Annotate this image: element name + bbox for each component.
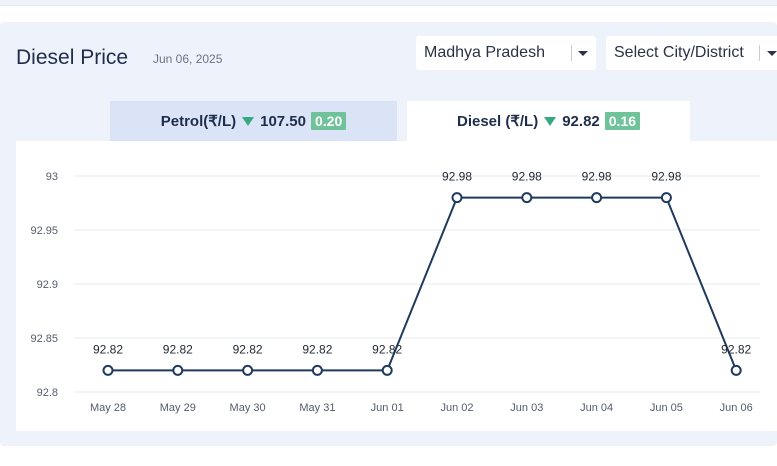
data-label: 92.82 <box>233 342 263 356</box>
data-label: 92.82 <box>93 342 123 356</box>
y-tick-label: 92.9 <box>37 279 58 291</box>
tab-petrol-price: 107.50 <box>260 112 306 130</box>
tab-petrol[interactable]: Petrol(₹/L) 107.50 0.20 <box>110 101 397 141</box>
state-select[interactable]: Madhya Pradesh <box>416 36 596 70</box>
data-label: 92.82 <box>163 342 193 356</box>
tab-petrol-change-badge: 0.20 <box>311 112 347 130</box>
diesel-price-line-chart: 92.8 92.85 92.9 92.95 93 May 28 May 29 May 30 Ma… <box>30 170 760 414</box>
x-tick-label: May 30 <box>230 402 266 414</box>
chevron-down-icon[interactable] <box>767 51 777 56</box>
data-label: 92.98 <box>651 170 681 184</box>
x-tick-label: Jun 02 <box>440 402 473 414</box>
data-point <box>381 364 393 376</box>
data-point <box>451 192 463 204</box>
price-date: Jun 06, 2025 <box>153 52 223 66</box>
chart-container: 92.8 92.85 92.9 92.95 93 May 28 May 29 May 30 Ma… <box>16 141 777 431</box>
x-tick-label: May 28 <box>90 402 126 414</box>
data-point <box>311 364 323 376</box>
x-tick-label: Jun 03 <box>510 402 543 414</box>
x-tick-label: Jun 06 <box>720 402 753 414</box>
data-point <box>242 364 254 376</box>
x-tick-label: May 29 <box>160 402 196 414</box>
city-select[interactable]: Select City/District <box>606 36 777 70</box>
tab-diesel-change-badge: 0.16 <box>604 112 641 130</box>
x-tick-label: Jun 05 <box>650 402 683 414</box>
data-label: 92.82 <box>302 342 332 356</box>
y-tick-label: 92.85 <box>30 333 58 345</box>
trend-down-icon <box>544 116 557 126</box>
tab-petrol-label: Petrol(₹/L) <box>160 113 237 130</box>
select-divider <box>571 45 572 61</box>
tab-diesel-price: 92.82 <box>562 112 600 130</box>
tab-diesel[interactable]: Diesel (₹/L) 92.82 0.16 <box>407 101 690 141</box>
data-label: 92.98 <box>442 170 472 184</box>
page-title: Diesel Price <box>16 46 129 69</box>
y-tick-label: 92.8 <box>37 387 58 399</box>
data-point <box>521 192 533 204</box>
data-point <box>591 192 603 204</box>
data-point <box>730 364 742 376</box>
x-tick-label: May 31 <box>299 402 335 414</box>
y-tick-label: 93 <box>46 171 58 183</box>
data-point <box>172 364 184 376</box>
y-tick-label: 92.95 <box>30 225 58 237</box>
data-label: 92.98 <box>512 170 542 184</box>
trend-down-icon <box>242 116 255 126</box>
city-select-placeholder: Select City/District <box>614 44 744 61</box>
top-strip <box>0 0 777 6</box>
tab-diesel-label: Diesel (₹/L) <box>456 113 539 130</box>
data-point <box>102 364 114 376</box>
select-divider <box>759 45 760 61</box>
data-label: 92.82 <box>721 342 751 356</box>
data-label: 92.98 <box>582 170 612 184</box>
x-tick-label: Jun 04 <box>580 402 613 414</box>
x-tick-label: Jun 01 <box>371 402 404 414</box>
state-select-value: Madhya Pradesh <box>424 44 545 61</box>
data-point <box>660 192 672 204</box>
chevron-down-icon[interactable] <box>578 51 588 56</box>
data-label: 92.82 <box>372 342 402 356</box>
